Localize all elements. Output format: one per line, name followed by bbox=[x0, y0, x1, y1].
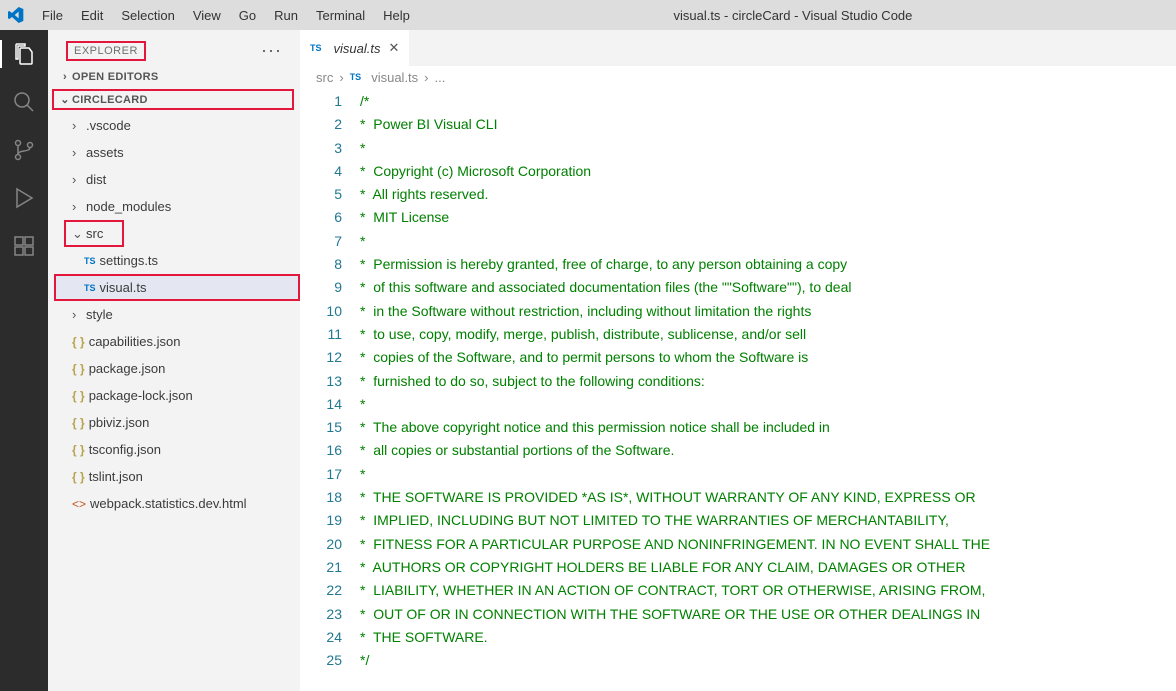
file-label: capabilities.json bbox=[89, 334, 181, 349]
json-icon: { } bbox=[72, 443, 85, 457]
file-visual-ts[interactable]: TS visual.ts bbox=[54, 274, 300, 301]
line-numbers: 1234567891011121314151617181920212223242… bbox=[300, 88, 360, 691]
breadcrumb-file[interactable]: visual.ts bbox=[371, 70, 418, 85]
typescript-icon: TS bbox=[84, 256, 96, 266]
json-icon: { } bbox=[72, 362, 85, 376]
file-label: pbiviz.json bbox=[89, 415, 150, 430]
open-editors-label: OPEN EDITORS bbox=[72, 71, 159, 83]
folder-label: assets bbox=[86, 145, 124, 160]
folder-label: dist bbox=[86, 172, 106, 187]
search-icon[interactable] bbox=[0, 88, 48, 116]
breadcrumb-dots[interactable]: ... bbox=[435, 70, 446, 85]
html-icon: <> bbox=[72, 497, 86, 511]
title-bar: File Edit Selection View Go Run Terminal… bbox=[0, 0, 1176, 30]
menu-run[interactable]: Run bbox=[266, 4, 306, 27]
chevron-right-icon: › bbox=[72, 199, 86, 214]
menu-file[interactable]: File bbox=[34, 4, 71, 27]
chevron-down-icon: ⌄ bbox=[72, 226, 86, 242]
menu-bar: File Edit Selection View Go Run Terminal… bbox=[34, 4, 418, 27]
file-tslint-json[interactable]: { } tslint.json bbox=[54, 463, 300, 490]
chevron-down-icon: ⌄ bbox=[58, 93, 72, 106]
file-label: package.json bbox=[89, 361, 166, 376]
file-pbiviz-json[interactable]: { } pbiviz.json bbox=[54, 409, 300, 436]
file-settings-ts[interactable]: TS settings.ts bbox=[54, 247, 300, 274]
close-icon[interactable]: ✕ bbox=[388, 40, 399, 56]
extensions-icon[interactable] bbox=[0, 232, 48, 260]
file-label: settings.ts bbox=[100, 253, 159, 268]
json-icon: { } bbox=[72, 335, 85, 349]
chevron-right-icon: › bbox=[72, 307, 86, 322]
editor-group: TS visual.ts ✕ src › TS visual.ts › ... … bbox=[300, 30, 1176, 691]
folder-node-modules[interactable]: ›node_modules bbox=[54, 193, 300, 220]
menu-view[interactable]: View bbox=[185, 4, 229, 27]
folder-style[interactable]: ›style bbox=[54, 301, 300, 328]
json-icon: { } bbox=[72, 389, 85, 403]
run-debug-icon[interactable] bbox=[0, 184, 48, 212]
folder-vscode[interactable]: ›.vscode bbox=[54, 112, 300, 139]
open-editors-section[interactable]: › OPEN EDITORS bbox=[48, 67, 300, 87]
chevron-right-icon: › bbox=[72, 145, 86, 160]
code-editor[interactable]: 1234567891011121314151617181920212223242… bbox=[300, 88, 1176, 691]
explorer-more-icon[interactable]: ··· bbox=[261, 40, 282, 61]
menu-go[interactable]: Go bbox=[231, 4, 264, 27]
folder-label: .vscode bbox=[86, 118, 131, 133]
file-label: tslint.json bbox=[89, 469, 143, 484]
menu-edit[interactable]: Edit bbox=[73, 4, 111, 27]
chevron-right-icon: › bbox=[58, 71, 72, 83]
file-tsconfig-json[interactable]: { } tsconfig.json bbox=[54, 436, 300, 463]
file-label: tsconfig.json bbox=[89, 442, 161, 457]
source-control-icon[interactable] bbox=[0, 136, 48, 164]
chevron-right-icon: › bbox=[72, 172, 86, 187]
typescript-icon: TS bbox=[310, 43, 322, 53]
chevron-right-icon: › bbox=[339, 70, 343, 85]
project-label: CIRCLECARD bbox=[72, 94, 148, 106]
typescript-icon: TS bbox=[350, 72, 362, 82]
chevron-right-icon: › bbox=[424, 70, 428, 85]
folder-label: node_modules bbox=[86, 199, 171, 214]
file-capabilities-json[interactable]: { } capabilities.json bbox=[54, 328, 300, 355]
explorer-sidebar: EXPLORER ··· › OPEN EDITORS ⌄ CIRCLECARD… bbox=[48, 30, 300, 691]
file-label: webpack.statistics.dev.html bbox=[90, 496, 247, 511]
menu-selection[interactable]: Selection bbox=[113, 4, 182, 27]
project-section[interactable]: ⌄ CIRCLECARD bbox=[52, 89, 294, 110]
typescript-icon: TS bbox=[84, 283, 96, 293]
folder-label: src bbox=[86, 226, 103, 241]
code-content[interactable]: /** Power BI Visual CLI** Copyright (c) … bbox=[360, 88, 1176, 691]
file-webpack-html[interactable]: <> webpack.statistics.dev.html bbox=[54, 490, 300, 517]
file-package-lock-json[interactable]: { } package-lock.json bbox=[54, 382, 300, 409]
menu-terminal[interactable]: Terminal bbox=[308, 4, 373, 27]
json-icon: { } bbox=[72, 470, 85, 484]
chevron-right-icon: › bbox=[72, 118, 86, 133]
tab-bar: TS visual.ts ✕ bbox=[300, 30, 1176, 66]
folder-dist[interactable]: ›dist bbox=[54, 166, 300, 193]
file-label: package-lock.json bbox=[89, 388, 193, 403]
tab-label: visual.ts bbox=[334, 41, 381, 56]
breadcrumbs[interactable]: src › TS visual.ts › ... bbox=[300, 66, 1176, 88]
folder-assets[interactable]: ›assets bbox=[54, 139, 300, 166]
file-tree: ›.vscode ›assets ›dist ›node_modules ⌄sr… bbox=[48, 112, 300, 517]
file-label: visual.ts bbox=[100, 280, 147, 295]
breadcrumb-src[interactable]: src bbox=[316, 70, 333, 85]
window-title: visual.ts - circleCard - Visual Studio C… bbox=[418, 8, 1168, 23]
folder-src[interactable]: ⌄src bbox=[64, 220, 124, 247]
tab-visual-ts[interactable]: TS visual.ts ✕ bbox=[300, 30, 410, 66]
json-icon: { } bbox=[72, 416, 85, 430]
folder-label: style bbox=[86, 307, 113, 322]
explorer-title: EXPLORER bbox=[66, 41, 146, 61]
vscode-logo-icon bbox=[8, 7, 24, 23]
file-package-json[interactable]: { } package.json bbox=[54, 355, 300, 382]
activity-bar bbox=[0, 30, 48, 691]
menu-help[interactable]: Help bbox=[375, 4, 418, 27]
explorer-icon[interactable] bbox=[0, 40, 48, 68]
